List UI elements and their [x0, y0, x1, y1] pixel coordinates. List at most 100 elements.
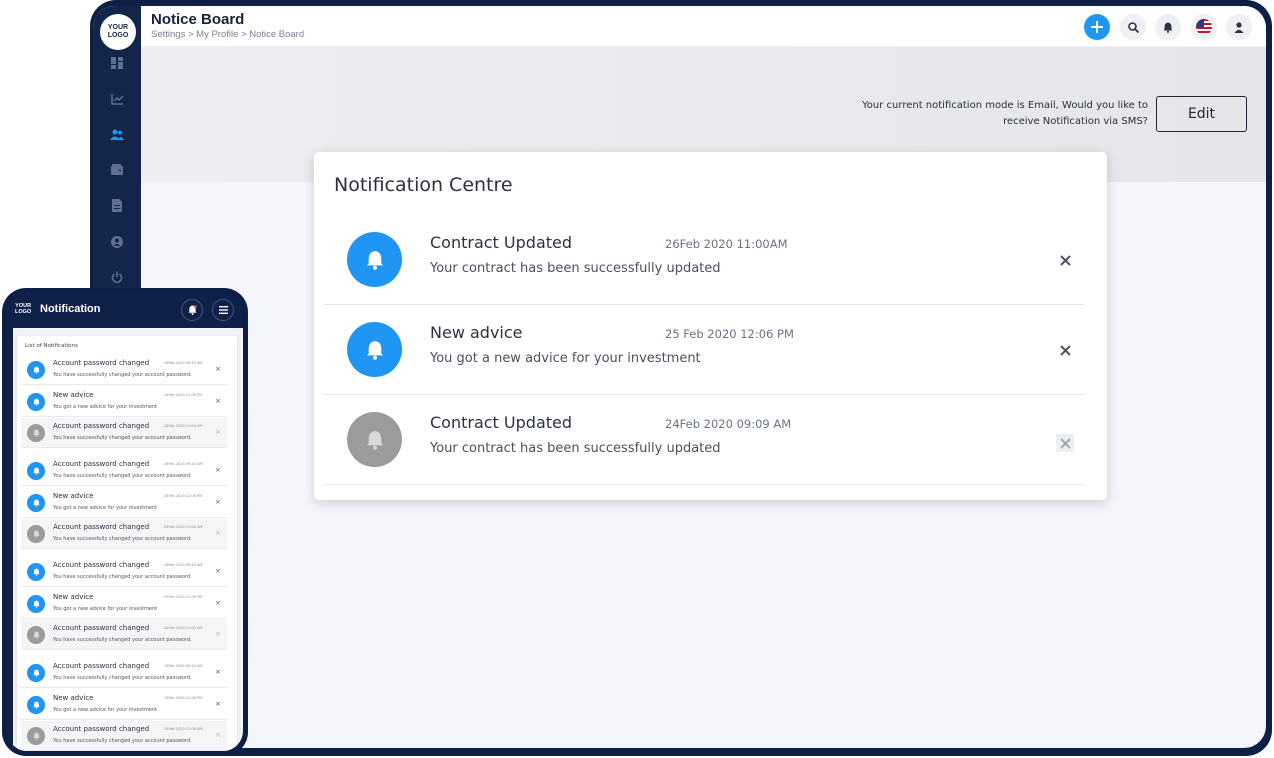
mobile-list-item[interactable]: Account password changed 26Feb 2020 09:25…	[21, 355, 227, 385]
power-icon[interactable]	[109, 269, 125, 285]
bell-icon	[347, 232, 402, 287]
item-date: 26Feb 2020 09:25 AM	[164, 462, 203, 466]
notification-mode-text: Your current notification mode is Email,…	[818, 98, 1148, 130]
item-title: Account password changed	[53, 422, 150, 430]
notification-item[interactable]: New advice 25 Feb 2020 12:06 PM You got …	[324, 307, 1084, 395]
item-date: 26Feb 2020 09:25 AM	[164, 664, 203, 668]
bell-icon	[27, 664, 45, 682]
desktop-frame: YOUR LOGO Notice Board Settings > My Pro…	[90, 0, 1272, 756]
search-button[interactable]	[1120, 14, 1146, 40]
mobile-list-item[interactable]: Account password changed 24Feb 2020 11:00…	[21, 721, 227, 751]
close-icon[interactable]: ×	[215, 668, 221, 676]
item-message: You have successfully changed your accou…	[53, 574, 192, 580]
bell-icon	[27, 462, 45, 480]
notification-item[interactable]: Contract Updated 26Feb 2020 11:00AM Your…	[324, 217, 1084, 305]
notification-centre-card: Notification Centre Contract Updated 26F…	[314, 152, 1107, 500]
mobile-list-item[interactable]: New advice 25Feb 2020 12:06 PM You got a n…	[21, 387, 227, 417]
item-title: Account password changed	[53, 725, 150, 733]
dismiss-button[interactable]	[1056, 434, 1074, 452]
mobile-logo-line2: LOGO	[15, 309, 32, 315]
profile-button[interactable]	[1226, 14, 1252, 40]
mobile-list-item[interactable]: Account password changed 24Feb 2020 11:00…	[21, 418, 227, 448]
bell-icon	[347, 412, 402, 467]
notification-message: You got a new advice for your investment	[430, 351, 701, 366]
dismiss-button[interactable]	[1056, 341, 1074, 359]
close-icon[interactable]: ×	[215, 529, 221, 537]
mobile-list-item[interactable]: Account password changed 24Feb 2020 11:00…	[21, 519, 227, 549]
item-message: You got a new advice for your investment	[53, 404, 158, 410]
chart-icon[interactable]	[109, 91, 125, 107]
item-title: Account password changed	[53, 523, 150, 531]
plus-icon	[1091, 21, 1103, 33]
list-title: List of Notifications	[25, 343, 78, 349]
bell-icon	[27, 361, 45, 379]
mobile-list-item[interactable]: Account password changed 26Feb 2020 09:25…	[21, 557, 227, 587]
bell-icon	[27, 626, 45, 644]
mobile-list-item[interactable]: New advice 25Feb 2020 12:06 PM You got a n…	[21, 690, 227, 720]
item-message: You have successfully changed your accou…	[53, 473, 192, 479]
dashboard-icon[interactable]	[109, 55, 125, 71]
item-message: You have successfully changed your accou…	[53, 435, 192, 441]
notification-message: Your contract has been successfully upda…	[430, 261, 721, 276]
user-circle-icon[interactable]	[109, 234, 125, 250]
bell-icon	[347, 322, 402, 377]
close-icon[interactable]: ×	[215, 700, 221, 708]
notification-date: 24Feb 2020 09:09 AM	[665, 417, 792, 431]
close-icon[interactable]: ×	[215, 365, 221, 373]
mobile-list-item[interactable]: Account password changed 26Feb 2020 09:25…	[21, 658, 227, 688]
notification-title: Contract Updated	[430, 233, 573, 252]
close-icon[interactable]: ×	[215, 567, 221, 575]
item-message: You got a new advice for your investment	[53, 606, 158, 612]
item-title: Account password changed	[53, 561, 150, 569]
mobile-frame: YOUR LOGO Notification List of Notificat…	[2, 288, 248, 756]
close-icon	[1059, 254, 1071, 266]
mobile-list-item[interactable]: New advice 25Feb 2020 12:06 PM You got a n…	[21, 589, 227, 619]
bell-icon	[27, 727, 45, 745]
close-icon[interactable]: ×	[215, 599, 221, 607]
mobile-header: YOUR LOGO Notification	[7, 293, 243, 328]
dismiss-button[interactable]	[1056, 251, 1074, 269]
close-icon[interactable]: ×	[215, 397, 221, 405]
us-flag-icon	[1196, 19, 1212, 35]
bell-icon	[27, 494, 45, 512]
document-icon[interactable]	[109, 197, 125, 213]
mobile-list-item[interactable]: New advice 25Feb 2020 12:06 PM You got a n…	[21, 488, 227, 518]
menu-icon	[218, 306, 228, 314]
item-message: You got a new advice for your investment	[53, 707, 158, 713]
close-icon[interactable]: ×	[215, 428, 221, 436]
mobile-logo[interactable]: YOUR LOGO	[15, 303, 31, 315]
edit-button[interactable]: Edit	[1156, 96, 1247, 132]
mode-line-1: Your current notification mode is Email,…	[862, 100, 1148, 111]
mobile-menu-button[interactable]	[212, 299, 234, 321]
item-date: 24Feb 2020 11:00 AM	[164, 727, 203, 731]
notification-date: 25 Feb 2020 12:06 PM	[665, 327, 794, 341]
notification-item-read[interactable]: Contract Updated 24Feb 2020 09:09 AM You…	[324, 397, 1084, 485]
notifications-button[interactable]	[1155, 14, 1181, 40]
add-button[interactable]	[1084, 14, 1110, 40]
search-icon	[1127, 21, 1139, 33]
mobile-notifications-button[interactable]	[181, 299, 203, 321]
logo-line1: YOUR	[107, 24, 129, 31]
item-date: 26Feb 2020 09:25 AM	[164, 361, 203, 365]
item-title: Account password changed	[53, 460, 150, 468]
logo[interactable]: YOUR LOGO	[100, 14, 136, 50]
item-message: You have successfully changed your accou…	[53, 675, 192, 681]
mobile-list-item[interactable]: Account password changed 24Feb 2020 11:00…	[21, 620, 227, 650]
wallet-icon[interactable]	[109, 161, 125, 177]
mobile-list-item[interactable]: Account password changed 26Feb 2020 09:25…	[21, 456, 227, 486]
card-title: Notification Centre	[334, 174, 513, 196]
item-date: 24Feb 2020 11:00 AM	[164, 424, 203, 428]
mobile-body: List of Notifications Account password c…	[13, 328, 243, 751]
item-date: 25Feb 2020 12:06 PM	[164, 595, 203, 599]
item-title: New advice	[53, 694, 94, 702]
logo-line2: LOGO	[107, 32, 129, 39]
close-icon[interactable]: ×	[215, 731, 221, 739]
language-button[interactable]	[1191, 14, 1217, 40]
users-icon[interactable]	[109, 126, 125, 142]
close-icon[interactable]: ×	[215, 630, 221, 638]
close-icon[interactable]: ×	[215, 466, 221, 474]
item-title: Account password changed	[53, 359, 150, 367]
notification-title: Contract Updated	[430, 413, 573, 432]
close-icon[interactable]: ×	[215, 498, 221, 506]
breadcrumb[interactable]: Settings > My Profile > Notice Board	[151, 29, 304, 40]
